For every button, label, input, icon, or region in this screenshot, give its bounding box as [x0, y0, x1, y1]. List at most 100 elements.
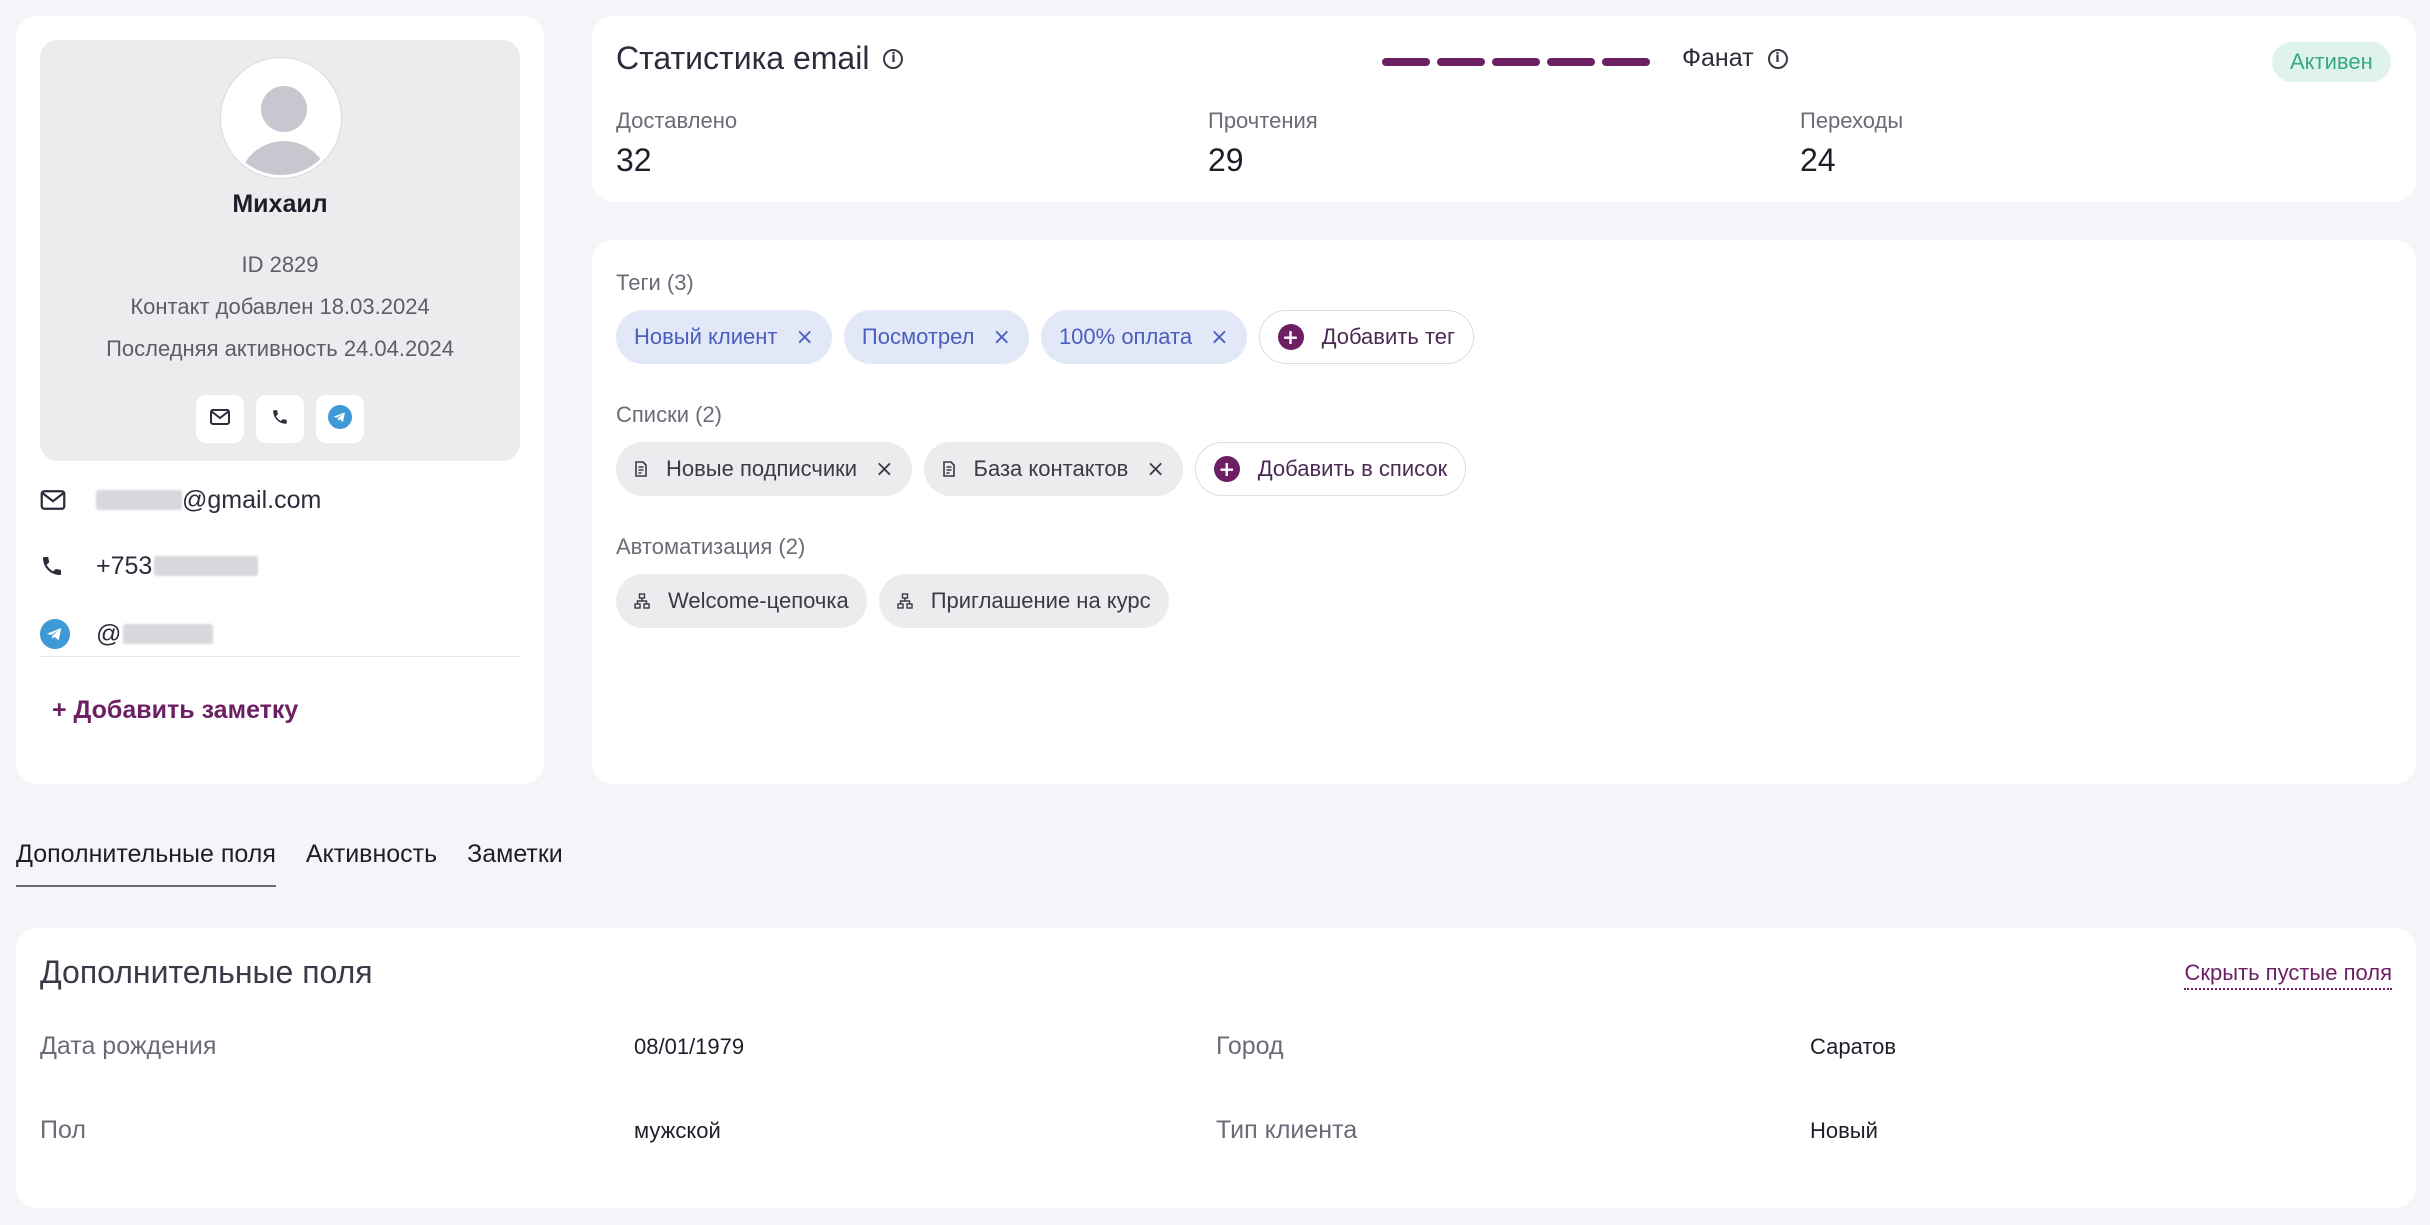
- email-button[interactable]: [196, 395, 244, 443]
- telegram-button[interactable]: [316, 395, 364, 443]
- contact-telegram[interactable]: @: [96, 619, 214, 649]
- email-stats-header: Статистика email i: [616, 40, 904, 77]
- engagement-level-bar: [1382, 58, 1650, 66]
- contact-phone-row: +753: [40, 546, 520, 586]
- field-label-gender: Пол: [40, 1116, 86, 1144]
- stat-label: Доставлено: [616, 108, 738, 133]
- segments-card: Теги (3) Новый клиент × Посмотрел × 100%…: [592, 240, 2416, 784]
- contact-actions: [40, 395, 520, 443]
- phone-icon: [271, 408, 289, 431]
- tags-label: Теги (3): [616, 270, 694, 295]
- profile-name: Михаил: [232, 190, 328, 218]
- tag-label: 100% оплата: [1058, 324, 1193, 349]
- contact-phone[interactable]: +753: [96, 551, 259, 581]
- profile-added-date: Контакт добавлен 18.03.2024: [130, 294, 430, 319]
- field-label-city: Город: [1216, 1032, 1284, 1060]
- email-stats-card: Статистика email i Фанат i Активен Доста…: [592, 16, 2416, 202]
- add-note-link[interactable]: + Добавить заметку: [52, 696, 298, 725]
- tab-notes[interactable]: Заметки: [467, 840, 563, 887]
- tab-additional-fields[interactable]: Дополнительные поля: [16, 840, 276, 887]
- additional-fields-card: Дополнительные поля Скрыть пустые поля Д…: [16, 928, 2416, 1208]
- telegram-prefix: @: [96, 619, 122, 648]
- lists-label: Списки (2): [616, 402, 723, 427]
- profile-id: ID 2829: [241, 252, 319, 277]
- redacted-text: [123, 624, 214, 644]
- close-icon[interactable]: ×: [1146, 457, 1164, 482]
- automation-label: Welcome-цепочка: [668, 588, 849, 613]
- mail-icon: [40, 482, 76, 518]
- divider: [40, 656, 520, 657]
- stat-label: Прочтения: [1208, 108, 1318, 133]
- level-segment: [1437, 58, 1485, 66]
- list-chip[interactable]: База контактов ×: [923, 442, 1183, 496]
- redacted-text: [154, 556, 259, 576]
- add-tag-button[interactable]: + Добавить тег: [1258, 310, 1474, 364]
- tags-row: Новый клиент × Посмотрел × 100% оплата ×…: [616, 310, 1474, 364]
- level-segment: [1382, 58, 1430, 66]
- automation-chip[interactable]: Приглашение на курс: [878, 574, 1169, 628]
- field-label-birthdate: Дата рождения: [40, 1032, 217, 1060]
- close-icon[interactable]: ×: [993, 325, 1011, 350]
- flow-icon: [896, 593, 913, 609]
- section-title: Дополнительные поля: [40, 954, 373, 990]
- email-domain: @gmail.com: [182, 485, 322, 514]
- call-button[interactable]: [256, 395, 304, 443]
- info-icon[interactable]: i: [1767, 48, 1788, 69]
- tag-chip[interactable]: 100% оплата ×: [1040, 310, 1247, 364]
- avatar: [221, 58, 341, 178]
- plus-icon: +: [1277, 324, 1304, 350]
- telegram-icon: [328, 404, 352, 434]
- level-segment: [1602, 58, 1650, 66]
- list-label: Новые подписчики: [666, 456, 858, 481]
- plus-icon: +: [1213, 456, 1240, 482]
- telegram-icon: [40, 616, 76, 652]
- field-value-birthdate[interactable]: 08/01/1979: [634, 1034, 744, 1060]
- automation-chip[interactable]: Welcome-цепочка: [616, 574, 867, 628]
- contact-telegram-row: @: [40, 614, 520, 654]
- stat-delivered: Доставлено 32: [616, 108, 737, 179]
- status-badge: Активен: [2272, 42, 2391, 82]
- mail-icon: [210, 408, 230, 430]
- close-icon[interactable]: ×: [1210, 325, 1228, 350]
- add-tag-label: Добавить тег: [1321, 324, 1455, 349]
- engagement-level-label: Фанат: [1682, 44, 1754, 72]
- automations-row: Welcome-цепочка Приглашение на курс: [616, 574, 1169, 628]
- stat-opens: Прочтения 29: [1208, 108, 1318, 179]
- phone-icon: [40, 548, 76, 584]
- contact-email[interactable]: @gmail.com: [96, 486, 321, 515]
- tab-bar: Дополнительные поля Активность Заметки: [16, 840, 563, 887]
- tag-label: Новый клиент: [634, 324, 778, 349]
- profile-header: Михаил ID 2829 Контакт добавлен 18.03.20…: [40, 40, 520, 461]
- field-value-client-type[interactable]: Новый: [1810, 1118, 1878, 1144]
- stat-value: 24: [1800, 142, 1836, 178]
- document-icon: [942, 461, 956, 477]
- hide-empty-fields-link[interactable]: Скрыть пустые поля: [2184, 960, 2392, 990]
- list-label: База контактов: [973, 456, 1129, 481]
- close-icon[interactable]: ×: [795, 325, 813, 350]
- stat-value: 32: [616, 142, 652, 178]
- add-to-list-button[interactable]: + Добавить в список: [1194, 442, 1467, 496]
- level-segment: [1547, 58, 1595, 66]
- close-icon[interactable]: ×: [875, 457, 893, 482]
- field-label-client-type: Тип клиента: [1216, 1116, 1358, 1144]
- contact-email-row: @gmail.com: [40, 480, 520, 520]
- field-value-city[interactable]: Саратов: [1810, 1034, 1896, 1060]
- automation-label: Приглашение на курс: [930, 588, 1151, 613]
- profile-card: Михаил ID 2829 Контакт добавлен 18.03.20…: [16, 16, 544, 784]
- email-stats-title: Статистика email: [616, 40, 870, 76]
- redacted-text: [96, 490, 182, 510]
- stat-value: 29: [1208, 142, 1244, 178]
- phone-prefix: +753: [96, 551, 153, 580]
- tab-activity[interactable]: Активность: [306, 840, 437, 887]
- flow-icon: [634, 593, 650, 609]
- tag-chip[interactable]: Посмотрел ×: [843, 310, 1029, 364]
- document-icon: [634, 461, 648, 477]
- list-chip[interactable]: Новые подписчики ×: [616, 442, 912, 496]
- engagement-level: Фанат i: [1682, 44, 1788, 73]
- field-value-gender[interactable]: мужской: [634, 1118, 721, 1144]
- info-icon[interactable]: i: [883, 48, 904, 69]
- tag-chip[interactable]: Новый клиент ×: [616, 310, 832, 364]
- stat-label: Переходы: [1800, 108, 1904, 133]
- automations-label: Автоматизация (2): [616, 534, 806, 559]
- stat-clicks: Переходы 24: [1800, 108, 1903, 179]
